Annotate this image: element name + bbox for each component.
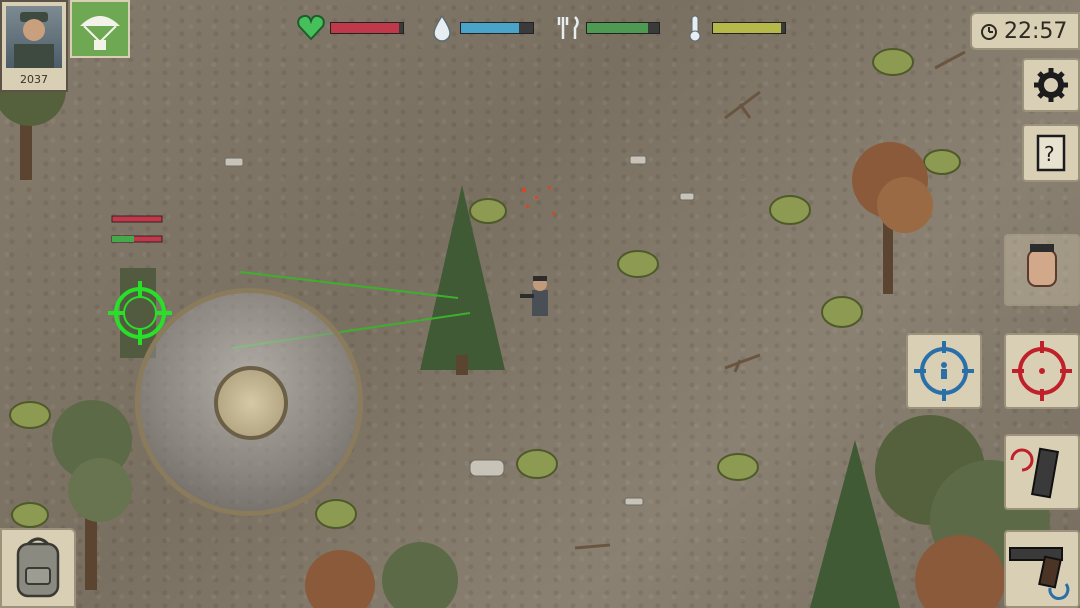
journal-button[interactable]: ? (1022, 124, 1080, 182)
temperature-bar-fill (713, 23, 782, 33)
crosshair-person-icon (914, 341, 974, 401)
magazine-reload-icon (1010, 447, 1060, 499)
soldier-avatar-icon (14, 12, 54, 68)
pistol-icon (1009, 547, 1070, 600)
thermometer-icon (689, 15, 701, 42)
fork-knife-icon (557, 16, 579, 39)
notebook-icon: ? (1036, 134, 1066, 172)
backpack-icon (16, 537, 60, 598)
joystick-knob[interactable] (214, 366, 288, 440)
settings-button[interactable] (1022, 58, 1080, 112)
fist-icon (1027, 244, 1057, 287)
clock-icon (981, 24, 997, 40)
water-drop-icon (433, 14, 451, 42)
health-bar (330, 22, 404, 34)
health-bar-fill (331, 23, 400, 33)
hunger-bar-fill (587, 23, 649, 33)
thirst-bar-fill (461, 23, 519, 33)
airdrop-button[interactable] (70, 0, 130, 58)
backpack-button[interactable] (0, 528, 76, 608)
player-avatar (6, 6, 62, 68)
player-score: 2037 (20, 73, 48, 86)
gear-icon (1034, 68, 1068, 102)
aim-enemy-button[interactable] (1004, 333, 1080, 409)
player-portrait-card[interactable]: 2037 (0, 0, 68, 92)
game-world[interactable]: 2037 22:57 ? (0, 0, 1080, 608)
melee-button[interactable] (1004, 234, 1080, 306)
weapon-button[interactable] (1004, 530, 1080, 608)
svg-text:?: ? (1044, 142, 1055, 166)
thirst-bar (460, 22, 534, 34)
clock-panel: 22:57 (970, 12, 1080, 50)
health-stat (296, 12, 408, 42)
reload-button[interactable] (1004, 434, 1080, 510)
parachute-icon (80, 16, 120, 50)
hunger-bar (586, 22, 660, 34)
crosshair-red-icon (1012, 341, 1072, 401)
temperature-stat (678, 12, 790, 42)
hunger-stat (552, 12, 664, 42)
heart-icon (297, 14, 325, 41)
game-clock: 22:57 (1004, 19, 1068, 44)
aim-self-button[interactable] (906, 333, 982, 409)
temperature-bar (712, 22, 786, 34)
thirst-stat (426, 12, 538, 42)
